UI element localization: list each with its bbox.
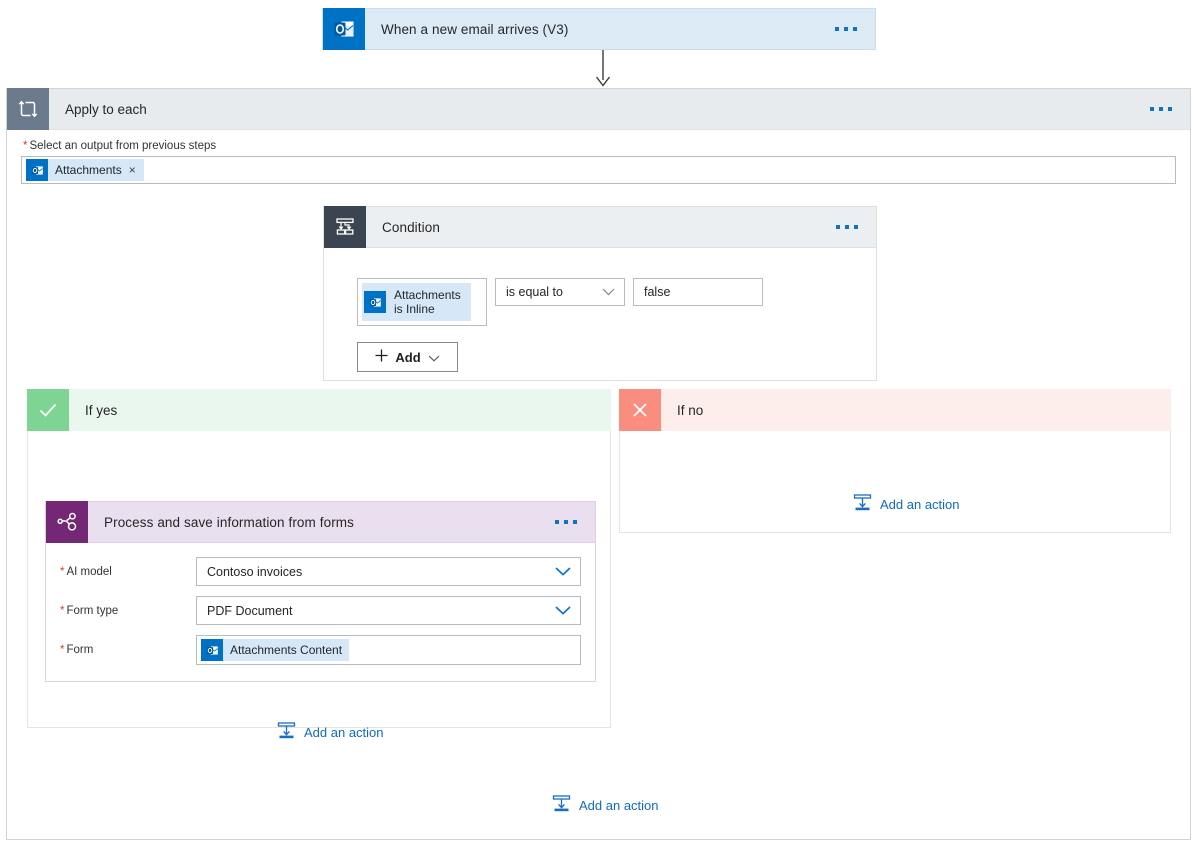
form-type-label-text: Form type — [66, 605, 118, 617]
ai-builder-action-card[interactable]: Process and save information from forms … — [45, 501, 596, 682]
outlook-icon — [26, 159, 48, 181]
outlook-icon — [364, 291, 386, 313]
form-type-dropdown[interactable]: PDF Document — [196, 596, 581, 625]
form-type-row: *Form type PDF Document — [60, 596, 581, 625]
required-asterisk: * — [60, 605, 64, 617]
select-output-input[interactable]: Attachments × — [21, 156, 1176, 184]
attachments-token[interactable]: Attachments × — [26, 159, 144, 181]
operand-line-1: Attachments — [394, 288, 461, 302]
loop-icon — [7, 88, 49, 130]
if-yes-add-action-button[interactable]: Add an action — [277, 721, 384, 743]
add-condition-label: Add — [395, 350, 420, 365]
chevron-down-icon — [602, 285, 615, 299]
if-no-add-action-label: Add an action — [880, 497, 960, 512]
trigger-more-options-button[interactable] — [835, 27, 875, 31]
if-no-body: Add an action — [619, 431, 1171, 533]
loop-add-action-label: Add an action — [579, 798, 659, 813]
trigger-card-header[interactable]: When a new email arrives (V3) — [322, 8, 876, 50]
condition-branch-icon — [324, 206, 366, 248]
condition-body: Attachments is Inline is equal to false — [323, 248, 877, 381]
condition-value-input[interactable]: false — [633, 278, 763, 306]
ai-builder-body: *AI model Contoso invoices * — [45, 543, 596, 682]
ai-model-label: *AI model — [60, 566, 196, 578]
attachments-is-inline-token[interactable]: Attachments is Inline — [362, 283, 471, 321]
close-x-icon — [619, 389, 661, 431]
condition-more-options-button[interactable] — [836, 225, 876, 229]
if-no-branch[interactable]: If no Add an action — [619, 389, 1171, 533]
flow-designer-canvas: When a new email arrives (V3) — [0, 0, 1197, 848]
apply-to-each-header[interactable]: Apply to each — [7, 89, 1190, 130]
if-no-add-action-button[interactable]: Add an action — [853, 493, 960, 515]
required-asterisk: * — [60, 644, 64, 656]
apply-to-each-container[interactable]: Apply to each *Select an output from pre… — [6, 88, 1191, 840]
form-row: *Form — [60, 635, 581, 665]
select-output-label-text: Select an output from previous steps — [29, 140, 216, 152]
condition-operator-dropdown[interactable]: is equal to — [495, 278, 625, 306]
chevron-down-icon — [555, 604, 571, 618]
condition-value-text: false — [644, 285, 670, 299]
connector-arrow — [592, 50, 614, 93]
ai-builder-icon — [46, 501, 88, 543]
add-condition-button[interactable]: Add — [357, 342, 458, 372]
if-yes-add-action-label: Add an action — [304, 725, 384, 740]
required-asterisk: * — [23, 140, 27, 152]
form-label: *Form — [60, 644, 196, 656]
outlook-icon — [323, 8, 365, 50]
close-icon[interactable]: × — [129, 164, 144, 176]
form-type-label: *Form type — [60, 605, 196, 617]
ai-model-label-text: AI model — [66, 566, 111, 578]
condition-card-header[interactable]: Condition — [323, 206, 877, 248]
plus-icon — [375, 349, 388, 365]
trigger-card[interactable]: When a new email arrives (V3) — [322, 8, 876, 50]
condition-row: Attachments is Inline is equal to false — [357, 278, 876, 326]
chevron-down-icon — [428, 350, 440, 365]
trigger-title: When a new email arrives (V3) — [365, 22, 835, 37]
select-output-label: *Select an output from previous steps — [7, 140, 1190, 152]
if-yes-body: Process and save information from forms … — [27, 431, 611, 728]
outlook-icon — [201, 639, 223, 661]
ai-model-value: Contoso invoices — [207, 565, 302, 579]
if-yes-header[interactable]: If yes — [27, 389, 611, 431]
attachments-content-token[interactable]: Attachments Content — [201, 639, 349, 661]
attachments-token-label: Attachments — [48, 163, 129, 177]
operand-line-2: is Inline — [394, 302, 435, 316]
condition-left-operand[interactable]: Attachments is Inline — [357, 278, 487, 326]
checkmark-icon — [27, 389, 69, 431]
form-type-value: PDF Document — [207, 604, 292, 618]
required-asterisk: * — [60, 566, 64, 578]
form-label-text: Form — [66, 644, 93, 656]
form-input[interactable]: Attachments Content — [196, 635, 581, 665]
ai-model-dropdown[interactable]: Contoso invoices — [196, 557, 581, 586]
chevron-down-icon — [555, 565, 571, 579]
if-no-title: If no — [661, 403, 703, 418]
attachments-content-token-label: Attachments Content — [223, 643, 349, 657]
ai-builder-more-options-button[interactable] — [555, 520, 595, 524]
condition-operator-value: is equal to — [506, 285, 563, 299]
if-no-header[interactable]: If no — [619, 389, 1171, 431]
ai-builder-title: Process and save information from forms — [88, 515, 555, 530]
if-yes-title: If yes — [69, 403, 117, 418]
operand-token-text: Attachments is Inline — [386, 288, 471, 316]
ai-model-row: *AI model Contoso invoices — [60, 557, 581, 586]
add-action-icon — [277, 721, 296, 743]
apply-to-each-title: Apply to each — [49, 102, 1150, 117]
apply-to-each-more-options-button[interactable] — [1150, 107, 1190, 111]
ai-builder-card-header[interactable]: Process and save information from forms — [45, 501, 596, 543]
add-action-icon — [853, 493, 872, 515]
if-yes-branch[interactable]: If yes — [27, 389, 611, 728]
condition-card[interactable]: Condition — [323, 206, 877, 381]
add-action-icon — [552, 794, 571, 816]
condition-title: Condition — [366, 220, 836, 235]
loop-add-action-button[interactable]: Add an action — [552, 794, 659, 816]
